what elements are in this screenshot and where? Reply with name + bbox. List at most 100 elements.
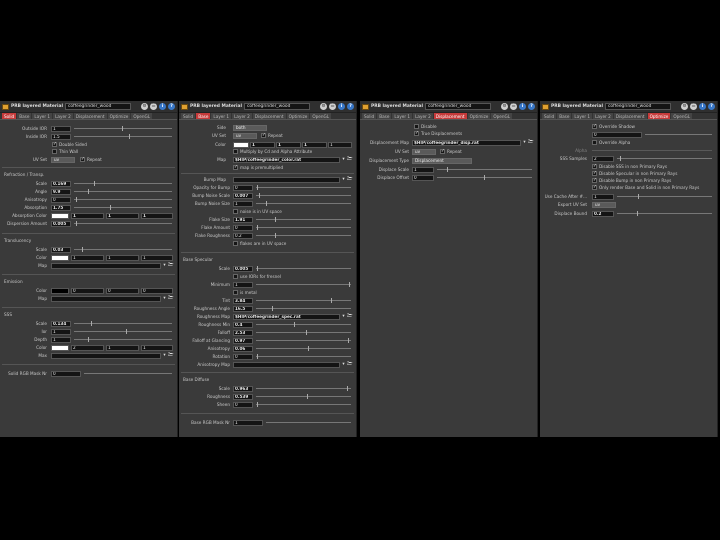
s-color-swatch[interactable] — [51, 344, 69, 351]
displacement-type-dropdown[interactable]: Displacement — [412, 157, 472, 164]
file-browse-icon[interactable]: 🗁 — [168, 296, 174, 302]
inside-ior-field[interactable]: 1.5 — [51, 133, 71, 140]
tab-opengl[interactable]: OpenGL — [131, 113, 153, 119]
tab-layer-2[interactable]: Layer 2 — [232, 113, 252, 119]
gear-icon[interactable]: ⚙ — [320, 103, 327, 110]
anisotropy-slider[interactable] — [256, 346, 351, 351]
t-color-r[interactable]: 1 — [71, 254, 104, 261]
s-color-g[interactable]: 1 — [106, 344, 139, 351]
rough-angle-slider[interactable] — [256, 306, 351, 311]
tab-opengl[interactable]: OpenGL — [671, 113, 693, 119]
stack-icon[interactable]: ☰ — [690, 103, 697, 110]
t-color-b[interactable]: 1 — [141, 254, 173, 261]
absorption-color-b[interactable]: 1 — [141, 212, 173, 219]
file-browse-icon[interactable]: 🗁 — [347, 314, 353, 320]
dropdown-arrow-icon[interactable]: ▾ — [341, 362, 346, 368]
gear-icon[interactable]: ⚙ — [501, 103, 508, 110]
dispersion-field[interactable]: 0.005 — [51, 220, 71, 227]
dropdown-arrow-icon[interactable]: ▾ — [341, 177, 346, 183]
displace-offset-field[interactable]: 0 — [412, 174, 434, 181]
dropdown-arrow-icon[interactable]: ▾ — [341, 314, 346, 320]
color-r[interactable]: 1 — [250, 141, 275, 148]
e-color-r[interactable]: 0 — [71, 287, 104, 294]
thin-wall-checkbox[interactable] — [52, 149, 57, 154]
uv-set-dropdown[interactable]: uv — [51, 156, 75, 163]
rough-map-field[interactable]: $HIP/coffeegrinder_spec.rat — [233, 313, 340, 320]
bump-noise-size-field[interactable]: 1 — [233, 200, 253, 207]
cache-slider[interactable] — [617, 194, 712, 199]
color-a[interactable]: 1 — [328, 141, 352, 148]
tab-layer-1[interactable]: Layer 1 — [32, 113, 53, 119]
s-ior-field[interactable]: 1 — [51, 328, 71, 335]
displace-bound-slider[interactable] — [617, 211, 712, 216]
gear-icon[interactable]: ⚙ — [681, 103, 688, 110]
gear-icon[interactable]: ⚙ — [141, 103, 148, 110]
tab-layer-1[interactable]: Layer 1 — [572, 113, 593, 119]
file-browse-icon[interactable]: 🗁 — [528, 140, 534, 146]
e-color-b[interactable]: 0 — [141, 287, 173, 294]
tab-layer-1[interactable]: Layer 1 — [211, 113, 232, 119]
tab-layer-2[interactable]: Layer 2 — [593, 113, 613, 119]
color-swatch[interactable] — [233, 141, 249, 148]
opacity-bump-slider[interactable] — [256, 185, 351, 190]
info-icon[interactable]: i — [159, 103, 166, 110]
repeat-checkbox[interactable]: ✓ — [440, 149, 445, 154]
falloff-slider[interactable] — [256, 330, 351, 335]
help-icon[interactable]: ? — [168, 103, 175, 110]
falloff-field[interactable]: 2.53 — [233, 329, 253, 336]
sheen-field[interactable]: 0 — [233, 401, 253, 408]
override-alpha-checkbox[interactable] — [592, 140, 597, 145]
flake-size-slider[interactable] — [256, 217, 351, 222]
side-dropdown[interactable]: both — [233, 124, 267, 131]
outside-ior-field[interactable]: 1 — [51, 125, 71, 132]
absorption-color-r[interactable]: 1 — [71, 212, 104, 219]
rough-angle-field[interactable]: 16.5 — [233, 305, 253, 312]
tab-base[interactable]: Base — [17, 113, 32, 119]
uv-set-dropdown[interactable]: uv — [233, 132, 257, 139]
file-browse-icon[interactable]: 🗁 — [347, 362, 353, 368]
tab-optimize[interactable]: Optimize — [647, 113, 671, 119]
e-color-g[interactable]: 0 — [106, 287, 139, 294]
is-metal-checkbox[interactable] — [233, 290, 238, 295]
displacement-map-field[interactable]: $HIP/coffeegrinder_disp.rat — [412, 139, 521, 146]
flake-amount-slider[interactable] — [256, 225, 351, 230]
absorption-slider[interactable] — [74, 205, 172, 210]
bump-noise-scale-field[interactable]: 0.007 — [233, 192, 253, 199]
tab-displacement[interactable]: Displacement — [433, 113, 467, 119]
premult-checkbox[interactable]: ✓ — [233, 165, 238, 170]
t-scale-slider[interactable] — [74, 247, 172, 252]
angle-slider[interactable] — [74, 189, 172, 194]
material-name-field[interactable]: coffeegrinder_wood — [605, 103, 672, 110]
tab-solid[interactable]: Solid — [181, 113, 196, 119]
inside-ior-slider[interactable] — [74, 134, 172, 139]
base-rgb-mask-field[interactable]: 1 — [233, 419, 263, 426]
material-name-field[interactable]: coffeegrinder_wood — [65, 103, 132, 110]
tab-optimize[interactable]: Optimize — [107, 113, 131, 119]
absorption-field[interactable]: 1.75 — [51, 204, 71, 211]
solid-rgb-mask-field[interactable]: 0 — [51, 370, 81, 377]
tab-opengl[interactable]: OpenGL — [491, 113, 513, 119]
dropdown-arrow-icon[interactable]: ▾ — [162, 296, 167, 302]
outside-ior-slider[interactable] — [74, 126, 172, 131]
solid-rgb-mask-slider[interactable] — [84, 373, 172, 374]
d-rough-slider[interactable] — [256, 394, 351, 399]
t-color-g[interactable]: 1 — [106, 254, 139, 261]
tab-displacement[interactable]: Displacement — [613, 113, 647, 119]
file-browse-icon[interactable]: 🗁 — [347, 157, 353, 163]
tab-layer-1[interactable]: Layer 1 — [392, 113, 413, 119]
rotation-slider[interactable] — [256, 354, 351, 359]
tab-displacement[interactable]: Displacement — [252, 113, 286, 119]
aniso-map-field[interactable] — [233, 361, 340, 368]
minimum-field[interactable]: 1 — [233, 281, 253, 288]
angle-field[interactable]: 9.9 — [51, 188, 71, 195]
flake-size-field[interactable]: 1.91 — [233, 216, 253, 223]
anisotropy-field[interactable]: 0 — [51, 196, 71, 203]
bump-map-field[interactable] — [233, 176, 340, 183]
tab-opengl[interactable]: OpenGL — [310, 113, 332, 119]
t-map-field[interactable] — [51, 262, 161, 269]
map-field[interactable]: $HIP/coffeegrinder_color.rat — [233, 156, 340, 163]
disable-bump-checkbox[interactable]: ✓ — [592, 178, 597, 183]
tab-displacement[interactable]: Displacement — [73, 113, 107, 119]
cache-field[interactable]: 1 — [592, 193, 614, 200]
s-color-b[interactable]: 1 — [141, 344, 173, 351]
